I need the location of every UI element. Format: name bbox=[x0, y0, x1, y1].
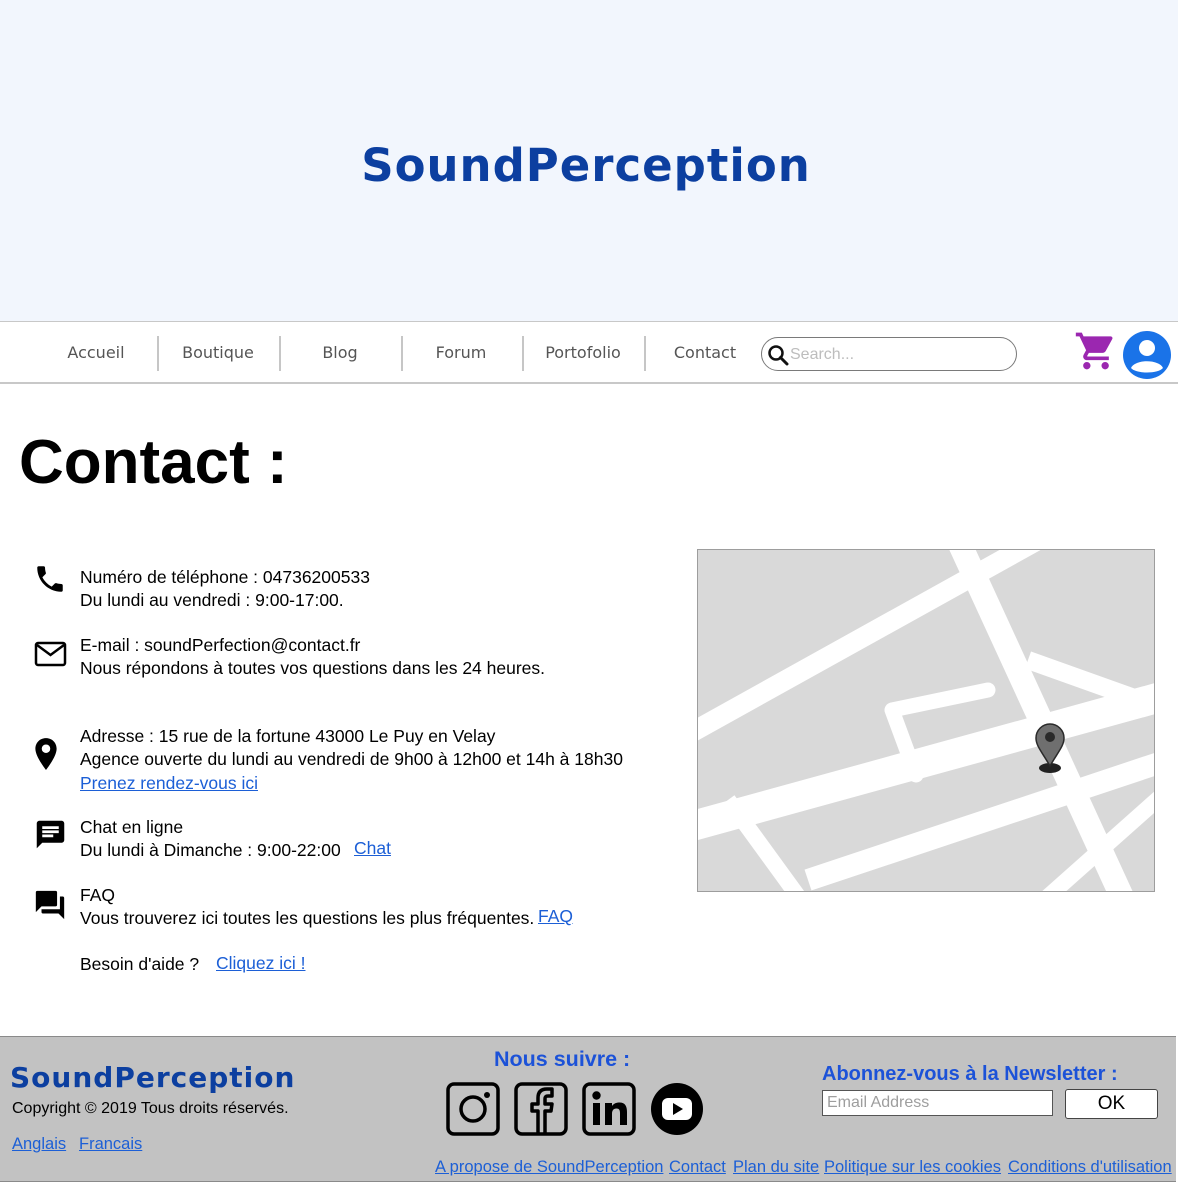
chat-hours: Du lundi à Dimanche : 9:00-22:00 bbox=[80, 840, 341, 860]
cart-icon[interactable] bbox=[1073, 329, 1119, 373]
newsletter-email-input[interactable] bbox=[822, 1090, 1053, 1116]
phone-icon bbox=[37, 566, 63, 592]
instagram-icon[interactable] bbox=[446, 1082, 500, 1136]
nav-item-blog[interactable]: Blog bbox=[280, 343, 400, 362]
appointment-link[interactable]: Prenez rendez-vous ici bbox=[80, 772, 258, 795]
footer-link-cookies[interactable]: Politique sur les cookies bbox=[824, 1158, 1001, 1177]
faq-description: Vous trouverez ici toutes les questions … bbox=[80, 908, 535, 928]
youtube-icon[interactable] bbox=[650, 1082, 704, 1136]
chat-title: Chat en ligne bbox=[80, 817, 184, 837]
account-icon[interactable] bbox=[1121, 329, 1173, 381]
copyright: Copyright © 2019 Tous droits réservés. bbox=[12, 1100, 289, 1117]
search-icon[interactable] bbox=[767, 344, 789, 366]
chat-icon bbox=[36, 820, 65, 849]
phone-hours: Du lundi au vendredi : 9:00-17:00. bbox=[80, 590, 344, 610]
agency-hours: Agence ouverte du lundi au vendredi de 9… bbox=[80, 749, 623, 769]
footer-link-contact[interactable]: Contact bbox=[669, 1158, 726, 1177]
footer-brand[interactable]: SoundPerception bbox=[10, 1061, 295, 1094]
facebook-icon[interactable] bbox=[514, 1082, 568, 1136]
linkedin-icon[interactable] bbox=[582, 1082, 636, 1136]
nav-item-contact[interactable]: Contact bbox=[645, 343, 765, 362]
newsletter-title: Abonnez-vous à la Newsletter : bbox=[822, 1063, 1118, 1085]
follow-title: Nous suivre : bbox=[494, 1047, 631, 1071]
footer-link-sitemap[interactable]: Plan du site bbox=[733, 1158, 819, 1177]
phone-number: Numéro de téléphone : 04736200533 bbox=[80, 567, 370, 587]
site-title[interactable]: SoundPerception bbox=[0, 139, 1172, 192]
footer-link-about[interactable]: A propose de SoundPerception bbox=[435, 1158, 663, 1177]
newsletter-submit-button[interactable]: OK bbox=[1065, 1089, 1158, 1119]
nav-item-boutique[interactable]: Boutique bbox=[158, 343, 278, 362]
help-link[interactable]: Cliquez ici ! bbox=[216, 952, 305, 975]
location-pin-icon bbox=[35, 738, 57, 770]
address: Adresse : 15 rue de la fortune 43000 Le … bbox=[80, 726, 496, 746]
nav-item-forum[interactable]: Forum bbox=[401, 343, 521, 362]
nav-item-accueil[interactable]: Accueil bbox=[36, 343, 156, 362]
map-roads bbox=[698, 550, 1154, 891]
mail-icon bbox=[34, 641, 67, 667]
chat-link[interactable]: Chat bbox=[354, 837, 391, 860]
faq-link[interactable]: FAQ bbox=[538, 905, 573, 928]
email-response-time: Nous répondons à toutes vos questions da… bbox=[80, 658, 546, 678]
page-title: Contact : bbox=[19, 428, 288, 497]
location-map[interactable] bbox=[697, 549, 1155, 892]
nav-item-portofolio[interactable]: Portofolio bbox=[523, 343, 643, 362]
language-english[interactable]: Anglais bbox=[12, 1135, 66, 1154]
language-french[interactable]: Francais bbox=[79, 1135, 142, 1154]
footer-link-terms[interactable]: Conditions d'utilisation bbox=[1008, 1158, 1172, 1177]
faq-icon bbox=[35, 890, 65, 920]
search-input[interactable] bbox=[790, 345, 1005, 365]
faq-title: FAQ bbox=[80, 885, 116, 905]
email-address: E-mail : soundPerfection@contact.fr bbox=[80, 635, 361, 655]
help-text: Besoin d'aide ? bbox=[80, 954, 200, 974]
